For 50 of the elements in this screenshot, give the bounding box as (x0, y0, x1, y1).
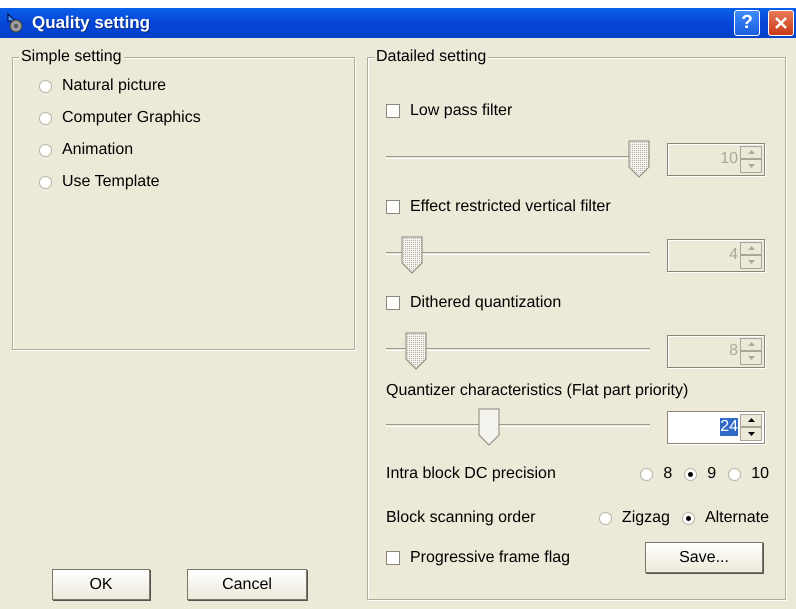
checkbox[interactable] (386, 296, 400, 310)
radio-label: Natural picture (62, 76, 166, 96)
radio-label: Animation (62, 140, 134, 160)
save-button[interactable]: Save... (645, 542, 763, 573)
radio-label: 9 (707, 464, 716, 484)
checkbox-label: Effect restricted vertical filter (410, 197, 611, 217)
checkbox-label: Dithered quantization (410, 293, 562, 313)
cancel-button[interactable]: Cancel (187, 569, 307, 600)
radio-label: 8 (663, 464, 672, 484)
checkbox-label: Low pass filter (410, 101, 512, 121)
group-title: Datailed setting (374, 48, 488, 66)
checkbox[interactable] (386, 104, 400, 118)
radio-button[interactable] (640, 468, 654, 480)
checkbox-label: Progressive frame flag (410, 548, 570, 568)
down-arrow-icon (748, 260, 754, 264)
radio-button[interactable] (684, 468, 698, 480)
radio-button[interactable] (39, 144, 52, 156)
spin-down-button[interactable] (740, 427, 762, 440)
radio-button[interactable] (598, 512, 612, 524)
down-arrow-icon (748, 356, 754, 360)
close-icon (774, 16, 788, 30)
checkbox[interactable] (386, 200, 400, 214)
spin-field[interactable]: 24 (667, 410, 765, 444)
radio-label: Use Template (62, 172, 160, 192)
help-button[interactable]: ? (734, 10, 760, 36)
radio-label: Alternate (704, 508, 769, 528)
slider-label: Quantizer characteristics (Flat part priority) (386, 381, 690, 401)
down-arrow-icon (748, 432, 754, 436)
spin-up-button[interactable] (740, 414, 762, 427)
ok-button[interactable]: OK (52, 569, 150, 600)
radio-button[interactable] (682, 512, 695, 524)
close-button[interactable] (768, 10, 794, 36)
window-title: Quality setting (32, 13, 152, 33)
radio-button[interactable] (39, 176, 52, 188)
slider-thumb[interactable] (478, 408, 500, 446)
up-arrow-icon (748, 246, 754, 250)
radio-button[interactable] (39, 80, 52, 92)
up-arrow-icon (748, 150, 754, 154)
option-label: Intra block DC precision (386, 465, 556, 483)
radio-label: Computer Graphics (62, 108, 201, 128)
checkbox[interactable] (386, 550, 400, 564)
radio-button[interactable] (39, 112, 52, 124)
radio-button[interactable] (728, 468, 742, 480)
group-title: Simple setting (19, 48, 124, 66)
down-arrow-icon (748, 164, 754, 168)
up-arrow-icon (748, 342, 754, 346)
option-label: Block scanning order (386, 509, 536, 527)
up-arrow-icon (748, 418, 754, 422)
radio-label: 10 (751, 464, 769, 484)
radio-label: Zigzag (622, 508, 670, 528)
